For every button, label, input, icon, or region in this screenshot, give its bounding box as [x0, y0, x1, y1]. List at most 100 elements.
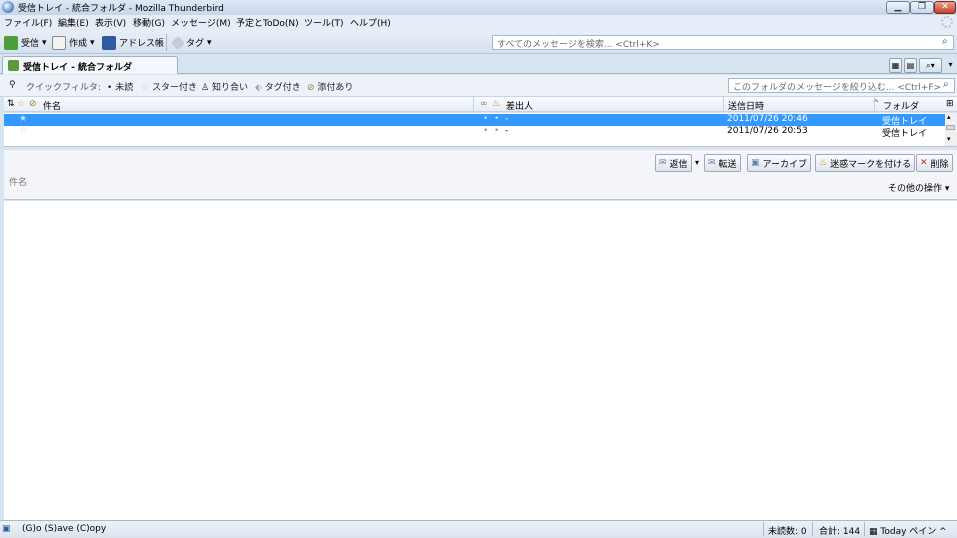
- column-picker-icon[interactable]: ⊞: [946, 99, 954, 109]
- total-count: 合計: 144: [819, 527, 861, 537]
- quick-filter-pin-icon[interactable]: ⚲: [9, 80, 16, 90]
- star-icon[interactable]: ☆: [19, 126, 27, 136]
- close-button[interactable]: ✕: [934, 1, 956, 14]
- quick-filter-label: クイックフィルタ:: [26, 83, 101, 93]
- thread-scrollbar[interactable]: ▴ ▾: [945, 113, 957, 146]
- status-separator: [864, 522, 865, 536]
- menu-bar: ファイル(F) 編集(E) 表示(V) 移動(G) メッセージ(M) 予定とTo…: [0, 15, 957, 31]
- get-mail-button[interactable]: 受信 ▾: [4, 34, 47, 51]
- column-subject[interactable]: 件名: [43, 99, 61, 112]
- address-book-button[interactable]: アドレス帳: [102, 34, 164, 51]
- folder-filter-input[interactable]: このフォルダのメッセージを絞り込む... <Ctrl+F>: [733, 80, 941, 93]
- clipboard-icon[interactable]: ▤: [904, 58, 917, 73]
- maximize-button[interactable]: ❐: [910, 1, 934, 14]
- inbox-icon: [8, 60, 19, 71]
- menu-message[interactable]: メッセージ(M): [171, 16, 231, 29]
- global-search-field[interactable]: すべてのメッセージを検索... <Ctrl+K> ⌕: [492, 35, 954, 50]
- scroll-down-icon[interactable]: ▾: [947, 135, 951, 143]
- forward-envelope-icon: ✉: [708, 158, 716, 168]
- column-divider[interactable]: [473, 97, 474, 112]
- dropdown-arrow-icon: ▾: [944, 184, 950, 194]
- menu-help[interactable]: ヘルプ(H): [350, 16, 391, 29]
- star-column-icon[interactable]: ☆: [17, 99, 25, 109]
- search-icon[interactable]: ⌕: [943, 79, 949, 90]
- menu-file[interactable]: ファイル(F): [4, 16, 52, 29]
- scroll-up-icon[interactable]: ▴: [947, 113, 951, 121]
- dropdown-arrow-icon[interactable]: ▾: [90, 38, 95, 48]
- read-column-icon[interactable]: ∞: [480, 99, 488, 109]
- folder-filter-field[interactable]: このフォルダのメッセージを絞り込む... <Ctrl+F> ⌕: [728, 78, 955, 93]
- column-sender[interactable]: 差出人: [506, 99, 533, 112]
- tag-button[interactable]: タグ ▾: [170, 34, 212, 51]
- archive-box-icon: ▣: [751, 158, 760, 168]
- filter-attachment-button[interactable]: ⊘ 添付あり: [307, 80, 353, 93]
- junk-dot-icon[interactable]: •: [494, 126, 499, 136]
- tab-list-arrow-icon[interactable]: ▾: [945, 58, 956, 73]
- column-divider[interactable]: [723, 97, 724, 112]
- forward-button[interactable]: ✉ 転送: [704, 154, 741, 172]
- unread-count: 未読数: 0: [768, 527, 807, 537]
- dropdown-arrow-icon[interactable]: ▾: [207, 38, 212, 48]
- junk-dot-icon[interactable]: •: [494, 114, 499, 124]
- dot-icon: •: [107, 83, 113, 93]
- cell-folder: 受信トレイ: [882, 129, 928, 139]
- dropdown-arrow-icon[interactable]: ▾: [42, 38, 47, 48]
- thunderbird-logo-icon: [2, 1, 14, 13]
- tab-inbox-unified[interactable]: 受信トレイ - 統合フォルダ: [2, 56, 178, 74]
- delete-x-icon: ✕: [920, 158, 928, 168]
- toolbar-separator: [166, 34, 167, 51]
- junk-flame-icon: ♨: [819, 158, 828, 168]
- tag-icon: ⬖: [255, 83, 262, 93]
- column-divider[interactable]: [874, 97, 875, 112]
- junk-column-icon[interactable]: ♨: [492, 99, 500, 109]
- table-row[interactable]: ★ • • - 2011/07/26 20:46 受信トレイ: [4, 114, 945, 127]
- filter-starred-button[interactable]: ☆ スター付き: [141, 80, 197, 93]
- star-icon[interactable]: ★: [19, 114, 27, 124]
- tag-icon: [170, 35, 186, 50]
- tab-label: 受信トレイ - 統合フォルダ: [23, 63, 133, 73]
- scroll-thumb[interactable]: [946, 125, 955, 130]
- cell-sender: -: [505, 114, 509, 124]
- menu-tools[interactable]: ツール(T): [304, 16, 344, 29]
- contact-icon: ♙: [201, 83, 210, 93]
- message-body: [4, 201, 957, 520]
- delete-button[interactable]: ✕ 削除: [916, 154, 953, 172]
- reply-dropdown-icon[interactable]: ▾: [695, 158, 699, 167]
- filter-unread-button[interactable]: • 未読: [107, 80, 133, 93]
- cell-date: 2011/07/26 20:46: [727, 114, 808, 124]
- folder-pane-toggle-icon[interactable]: ▦: [889, 58, 902, 73]
- thread-column-icon[interactable]: ⇅: [7, 99, 15, 109]
- filter-tags-button[interactable]: ⬖ タグ付き: [255, 80, 301, 93]
- write-pencil-icon: [52, 35, 66, 50]
- archive-button[interactable]: ▣ アーカイブ: [747, 154, 811, 172]
- status-bar: ▣ (G)o (S)ave (C)opy 未読数: 0 合計: 144 ▦ To…: [0, 520, 957, 538]
- attachment-column-icon[interactable]: ⊘: [29, 99, 37, 109]
- activity-spinner-icon: [941, 16, 953, 28]
- today-pane-toggle[interactable]: ▦ Today ペイン ^: [869, 524, 947, 537]
- global-search-input[interactable]: すべてのメッセージを検索... <Ctrl+K>: [497, 37, 660, 50]
- write-button[interactable]: 作成 ▾: [52, 34, 95, 51]
- menu-go[interactable]: 移動(G): [133, 16, 165, 29]
- column-folder[interactable]: フォルダ: [883, 99, 919, 112]
- reply-button[interactable]: ✉ 返信: [655, 154, 692, 172]
- chevron-up-icon: ^: [939, 527, 947, 537]
- paperclip-icon: ⊘: [307, 83, 315, 93]
- column-date[interactable]: 送信日時: [728, 99, 764, 112]
- status-separator: [812, 522, 813, 536]
- quick-filter-toggle-button[interactable]: ⌕▾: [919, 58, 942, 73]
- table-row[interactable]: ☆ • • - 2011/07/26 20:53 受信トレイ: [4, 126, 945, 139]
- calendar-icon: ▦: [869, 527, 878, 537]
- menu-view[interactable]: 表示(V): [95, 16, 126, 29]
- filter-contact-button[interactable]: ♙ 知り合い: [201, 80, 248, 93]
- read-dot-icon[interactable]: •: [483, 114, 488, 124]
- menu-events-tasks[interactable]: 予定とToDo(N): [236, 16, 299, 29]
- junk-button[interactable]: ♨ 迷惑マークを付ける: [815, 154, 916, 172]
- search-icon[interactable]: ⌕: [942, 36, 948, 47]
- minimize-button[interactable]: ▁: [886, 1, 910, 14]
- read-dot-icon[interactable]: •: [483, 126, 488, 136]
- cell-date: 2011/07/26 20:53: [727, 126, 808, 136]
- menu-edit[interactable]: 編集(E): [58, 16, 89, 29]
- online-status-icon[interactable]: ▣: [2, 524, 11, 534]
- other-actions-menu[interactable]: その他の操作 ▾: [888, 181, 949, 194]
- status-text: (G)o (S)ave (C)opy: [22, 524, 107, 534]
